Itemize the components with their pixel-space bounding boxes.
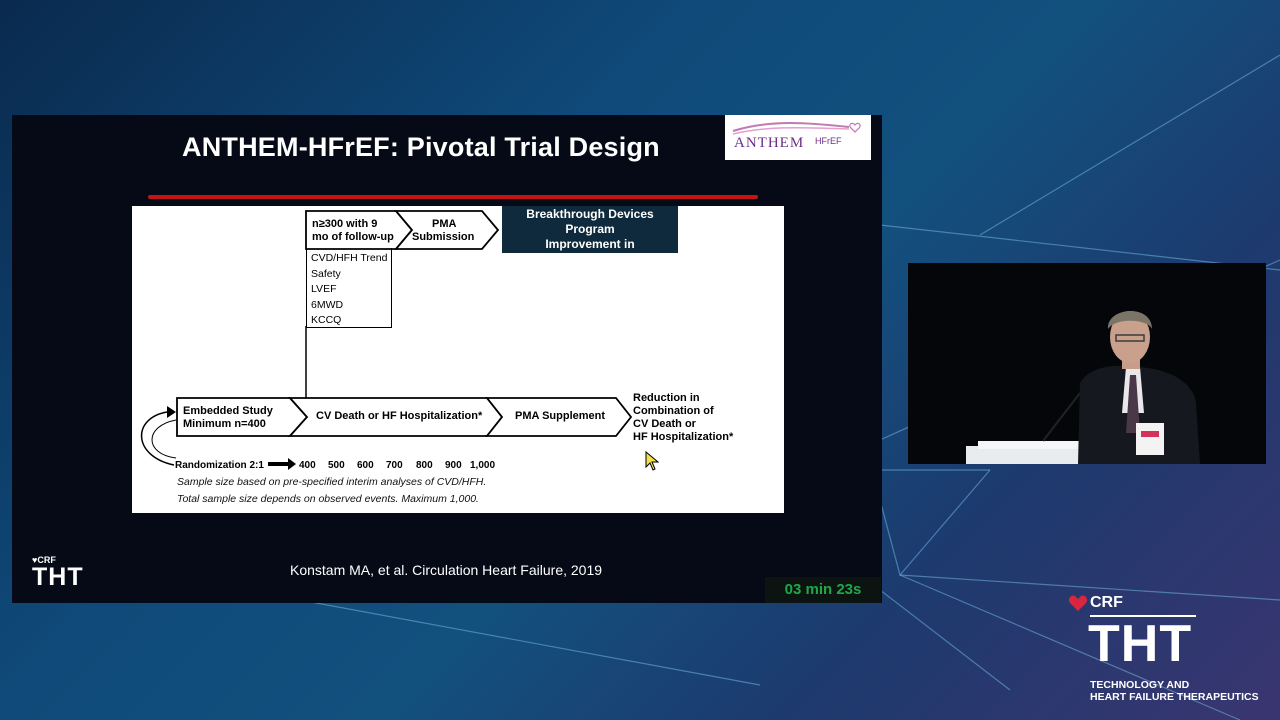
endpoint-list: CVD/HFH Trend Safety LVEF 6MWD KCCQ: [306, 248, 392, 328]
brand-line1: TECHNOLOGY AND: [1090, 679, 1190, 691]
title-underline: [148, 195, 758, 199]
endpoint-item: 6MWD: [311, 298, 344, 311]
mouse-cursor-icon: [645, 451, 659, 471]
pma-submission-line2: Submission: [412, 231, 475, 243]
presentation-timer: 03 min 23s: [765, 577, 881, 603]
anthem-logo: ANTHEM HFrEF: [725, 115, 871, 160]
reduction-line2: Combination of: [633, 405, 714, 417]
logo-word: ANTHEM: [734, 135, 805, 151]
speaker-video: [908, 263, 1266, 464]
sample-tick: 700: [386, 460, 403, 471]
footnote-sample-size: Sample size based on pre-specified inter…: [177, 476, 487, 488]
reduction-line4: HF Hospitalization*: [633, 431, 734, 443]
pma-supplement-label: PMA Supplement: [515, 410, 606, 422]
brand-line2: HEART FAILURE THERAPEUTICS: [1090, 691, 1259, 703]
randomization-label: Randomization 2:1: [175, 460, 264, 471]
footnote-total-size: Total sample size depends on observed ev…: [177, 493, 479, 505]
pma-submission-line1: PMA: [432, 218, 457, 230]
sample-tick: 400: [299, 460, 316, 471]
logo-subword: HFrEF: [815, 136, 842, 146]
embedded-study-line2: Minimum n=400: [183, 418, 266, 430]
slide-corner-brand: ♥CRF THT: [32, 555, 84, 590]
endpoint-item: CVD/HFH Trend: [311, 252, 388, 264]
crf-logo: CRF: [1090, 594, 1123, 611]
endpoint-item: LVEF: [311, 283, 337, 295]
endpoint-item: KCCQ: [311, 314, 342, 326]
slide-title: ANTHEM-HFrEF: Pivotal Trial Design: [182, 132, 660, 162]
btd-line3: Improvement in: [545, 237, 635, 251]
reduction-line1: Reduction in: [633, 392, 700, 404]
endpoint-item: Safety: [311, 267, 341, 280]
sample-tick: 500: [328, 460, 345, 471]
sample-tick: 600: [357, 460, 374, 471]
heart-icon: [1068, 595, 1088, 611]
slide-citation: Konstam MA, et al. Circulation Heart Fai…: [290, 562, 603, 578]
sample-tick: 900: [445, 460, 462, 471]
sample-tick: 1,000: [470, 460, 496, 471]
followup-line2: mo of follow-up: [312, 231, 394, 243]
sample-tick: 800: [416, 460, 433, 471]
tht-logo: THT: [1088, 615, 1193, 673]
cv-death-label: CV Death or HF Hospitalization*: [316, 410, 483, 422]
btd-line1: Breakthrough Devices: [526, 207, 654, 221]
breakthrough-devices-box: Breakthrough Devices Program Improvement…: [502, 206, 678, 253]
embedded-study-line1: Embedded Study: [183, 405, 273, 417]
speaker-figure-icon: [908, 263, 1266, 464]
reduction-line3: CV Death or: [633, 418, 696, 430]
presentation-slide: ANTHEM-HFrEF: Pivotal Trial Design ANTHE…: [12, 115, 882, 603]
trial-design-diagram: n≥300 with 9 mo of follow-up PMA Submiss…: [132, 206, 784, 513]
btd-line2: Program: [565, 222, 615, 236]
followup-line1: n≥300 with 9: [312, 218, 378, 230]
slide-tht-logo: THT: [32, 563, 84, 591]
